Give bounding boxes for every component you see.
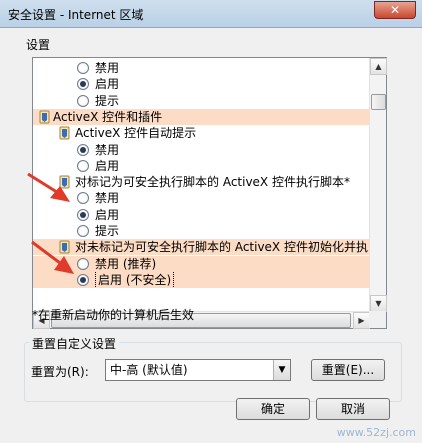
vertical-scroll-thumb[interactable] bbox=[371, 94, 386, 110]
option-label[interactable]: 启用 (不安全) bbox=[95, 271, 175, 288]
radio-button[interactable] bbox=[77, 78, 89, 91]
option-label[interactable]: 启用 bbox=[95, 207, 119, 223]
option-label[interactable]: 启用 bbox=[95, 158, 119, 174]
radio-button[interactable] bbox=[77, 94, 89, 107]
settings-list[interactable]: 禁用 启用 提示 ActiveX 控件和插件 ActiveX 控件自动提示 禁用 启用 对标记… bbox=[32, 57, 387, 329]
category-row: ActiveX 控件和插件 bbox=[33, 108, 370, 125]
setting-row: 对未标记为可安全执行脚本的 ActiveX 控件初始化并执 bbox=[33, 239, 370, 256]
option-label[interactable]: 启用 bbox=[95, 76, 119, 92]
option-row[interactable]: 提示 bbox=[33, 223, 370, 239]
option-row[interactable]: 禁用 bbox=[33, 60, 370, 76]
vertical-scrollbar[interactable]: ▲ ▼ bbox=[369, 58, 387, 312]
radio-button[interactable] bbox=[77, 208, 89, 221]
red-arrow-annotation-2 bbox=[31, 240, 74, 274]
red-arrow-annotation-1 bbox=[27, 172, 70, 202]
setting-row: ActiveX 控件自动提示 bbox=[33, 125, 370, 141]
scroll-up-button[interactable]: ▲ bbox=[370, 58, 387, 75]
setting-icon bbox=[59, 126, 70, 140]
setting-label: ActiveX 控件自动提示 bbox=[75, 126, 197, 141]
option-row[interactable]: 启用 bbox=[33, 76, 370, 92]
scroll-corner bbox=[369, 311, 386, 328]
title-bar: 安全设置 - Internet 区域 ✕ bbox=[0, 0, 422, 28]
option-label[interactable]: 禁用 bbox=[95, 60, 119, 76]
window-title: 安全设置 - Internet 区域 bbox=[8, 8, 144, 22]
settings-group-label: 设置 bbox=[26, 38, 51, 52]
reset-custom-settings-group: 重置自定义设置 重置为(R): 中-高 (默认值) ▼ 重置(E)... bbox=[24, 335, 402, 402]
setting-label: 对标记为可安全执行脚本的 ActiveX 控件执行脚本* bbox=[75, 175, 350, 190]
radio-button[interactable] bbox=[77, 225, 89, 237]
option-row[interactable]: 禁用 bbox=[33, 142, 370, 158]
radio-button[interactable] bbox=[77, 192, 89, 205]
radio-button[interactable] bbox=[77, 273, 89, 286]
option-row[interactable]: 禁用 (推荐) bbox=[33, 255, 370, 272]
radio-button[interactable] bbox=[77, 62, 89, 74]
ok-button[interactable]: 确定 bbox=[236, 398, 310, 420]
security-level-select[interactable]: 中-高 (默认值) ▼ bbox=[105, 359, 291, 381]
security-level-value: 中-高 (默认值) bbox=[110, 363, 188, 377]
option-row[interactable]: 启用 (不安全) bbox=[33, 271, 370, 288]
reset-button[interactable]: 重置(E)... bbox=[311, 359, 385, 381]
category-label: ActiveX 控件和插件 bbox=[53, 109, 163, 124]
radio-button[interactable] bbox=[77, 143, 89, 156]
option-row[interactable]: 禁用 bbox=[33, 190, 370, 206]
scroll-right-button[interactable]: ▶ bbox=[353, 312, 370, 329]
setting-row: 对标记为可安全执行脚本的 ActiveX 控件执行脚本* bbox=[33, 174, 370, 190]
option-row[interactable]: 启用 bbox=[33, 158, 370, 174]
radio-button[interactable] bbox=[77, 257, 89, 270]
option-row[interactable]: 启用 bbox=[33, 207, 370, 223]
option-label[interactable]: 禁用 bbox=[95, 142, 119, 158]
reset-group-label: 重置自定义设置 bbox=[29, 335, 120, 352]
watermark: www.52zj.com bbox=[337, 425, 416, 439]
radio-button[interactable] bbox=[77, 159, 89, 172]
setting-icon bbox=[39, 110, 50, 124]
settings-list-content: 禁用 启用 提示 ActiveX 控件和插件 ActiveX 控件自动提示 禁用 启用 对标记… bbox=[33, 58, 370, 312]
chevron-down-icon[interactable]: ▼ bbox=[273, 360, 290, 380]
setting-label: 对未标记为可安全执行脚本的 ActiveX 控件初始化并执 bbox=[75, 240, 368, 255]
reset-to-label: 重置为(R): bbox=[31, 365, 89, 379]
scroll-down-button[interactable]: ▼ bbox=[370, 295, 387, 312]
cancel-button[interactable]: 取消 bbox=[316, 398, 390, 420]
watermark-text: www.52zj.com bbox=[336, 426, 416, 439]
option-row[interactable]: 提示 bbox=[33, 93, 370, 109]
option-label[interactable]: 禁用 bbox=[95, 190, 119, 206]
close-button[interactable]: ✕ bbox=[374, 1, 416, 19]
restart-note: *在重新启动你的计算机后生效 bbox=[32, 308, 195, 322]
option-label[interactable]: 提示 bbox=[95, 223, 119, 239]
option-label[interactable]: 禁用 (推荐) bbox=[95, 256, 156, 272]
option-label[interactable]: 提示 bbox=[95, 93, 119, 109]
dialog-body: 设置 禁用 启用 提示 ActiveX 控件和插件 ActiveX 控件自动提示 禁用 启用… bbox=[0, 28, 422, 443]
